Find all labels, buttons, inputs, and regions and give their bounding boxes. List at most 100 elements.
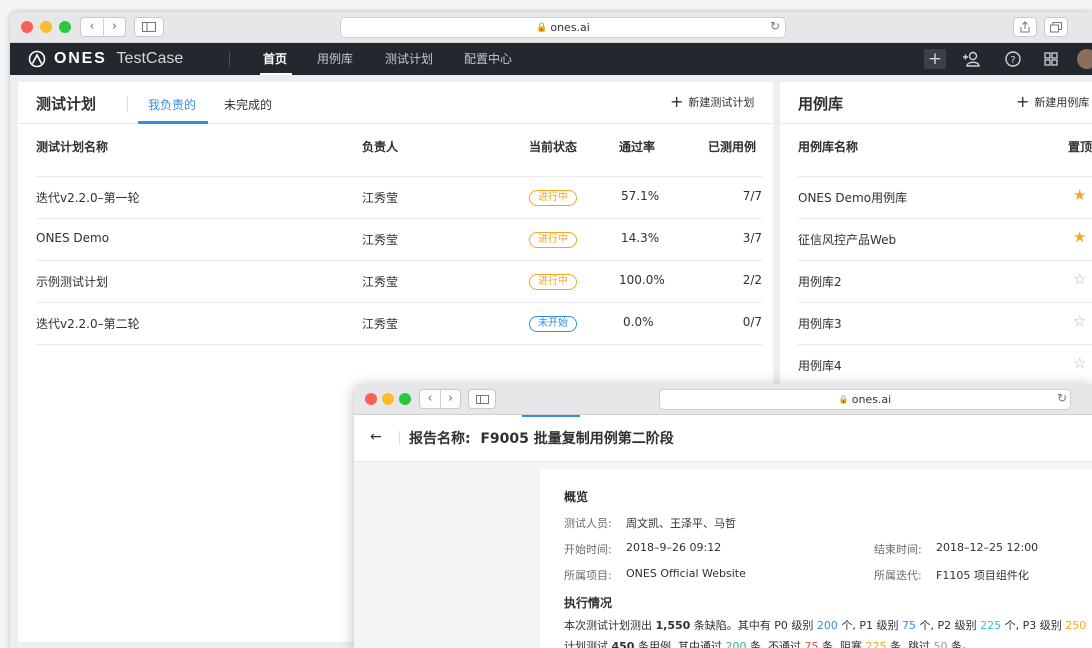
avatar[interactable] [1077, 49, 1092, 69]
zoom-window-button[interactable] [59, 21, 71, 33]
tab-mine[interactable]: 我负责的 [148, 96, 196, 113]
tab-unfinished[interactable]: 未完成的 [224, 96, 272, 113]
add-icon[interactable]: + [924, 49, 946, 69]
plan-owner: 江秀莹 [362, 233, 399, 247]
add-member-icon[interactable] [960, 49, 982, 69]
plan-name[interactable]: ONES Demo [36, 231, 109, 245]
star-outline-icon[interactable]: ☆ [1073, 354, 1086, 372]
case-library-card-header: 用例库 + 新建用例库 [780, 82, 1092, 124]
test-plan-title: 测试计划 [36, 95, 97, 113]
col-pass-rate[interactable]: 通过率 [619, 138, 655, 155]
testers-value: 周文凯、王泽平、马哲 [626, 517, 736, 530]
share-icon[interactable] [1013, 17, 1037, 37]
p0-count: 200 [816, 619, 838, 632]
passed-count: 200 [725, 640, 747, 648]
plan-name[interactable]: 迭代v2.2.0–第一轮 [36, 189, 140, 206]
back-arrow-icon[interactable]: ← [370, 429, 382, 445]
row-divider [798, 218, 1092, 219]
col-pin[interactable]: 置顶 [1068, 138, 1092, 155]
star-filled-icon[interactable]: ★ [1073, 186, 1086, 204]
address-bar[interactable]: 🔒 ones.ai [340, 17, 786, 38]
library-name[interactable]: 用例库3 [798, 315, 842, 332]
close-window-button[interactable] [365, 393, 377, 405]
plan-pass-rate: 14.3% [621, 231, 660, 245]
minimize-window-button[interactable] [40, 21, 52, 33]
new-test-plan-button[interactable]: + 新建测试计划 [670, 94, 754, 110]
row-divider [36, 302, 762, 303]
sidebar-toggle-icon[interactable] [134, 17, 164, 37]
browser-toolbar: ‹ › 🔒 ones.ai ↻ [354, 384, 1092, 415]
new-test-plan-label: 新建测试计划 [688, 96, 755, 109]
brand-name: ONES [54, 50, 107, 67]
back-arrow-icon[interactable]: ‹ [81, 18, 103, 36]
p2-count: 225 [980, 619, 1002, 632]
help-icon[interactable]: ? [1002, 49, 1024, 69]
plan-name[interactable]: 迭代v2.2.0–第二轮 [36, 315, 140, 332]
forward-arrow-icon[interactable]: › [103, 18, 125, 36]
iteration-value: F1105 项目组件化 [936, 569, 1029, 582]
row-divider [36, 344, 762, 345]
planned-cases: 450 [611, 640, 635, 648]
library-name[interactable]: ONES Demo用例库 [798, 189, 907, 206]
nav-item-test-plan[interactable]: 测试计划 [385, 43, 433, 75]
sidebar-toggle-icon[interactable] [468, 389, 496, 409]
row-divider [798, 344, 1092, 345]
status-badge: 进行中 [529, 274, 577, 290]
header-divider [399, 431, 400, 445]
lock-icon: 🔒 [536, 22, 548, 33]
tabs-overview-icon[interactable] [1044, 17, 1068, 37]
back-arrow-icon[interactable]: ‹ [420, 390, 440, 408]
start-time-value: 2018–9–26 09:12 [626, 541, 722, 554]
testers-label: 测试人员: [564, 517, 612, 530]
plan-tested: 3/7 [742, 231, 762, 245]
library-name[interactable]: 用例库4 [798, 357, 842, 374]
plan-owner: 江秀莹 [362, 317, 399, 331]
end-time-value: 2018–12–25 12:00 [936, 541, 1039, 554]
col-plan-name[interactable]: 测试计划名称 [36, 138, 108, 155]
navbar-divider [229, 52, 230, 67]
ones-logo[interactable]: ONES TestCase [28, 50, 183, 68]
plus-icon: + [670, 92, 684, 111]
execution-heading: 执行情况 [564, 596, 613, 610]
nav-item-config-center[interactable]: 配置中心 [464, 43, 512, 75]
plus-icon: + [1016, 92, 1030, 111]
test-plan-card-header: 测试计划 我负责的 未完成的 + 新建测试计划 [18, 82, 773, 124]
failed-count: 75 [804, 640, 819, 648]
library-name[interactable]: 用例库2 [798, 273, 842, 290]
minimize-window-button[interactable] [382, 393, 394, 405]
p3-count: 250 [1065, 619, 1087, 632]
close-window-button[interactable] [21, 21, 33, 33]
nav-item-case-library[interactable]: 用例库 [317, 43, 353, 75]
title-divider [127, 96, 128, 112]
nav-item-home[interactable]: 首页 [263, 43, 287, 75]
app-navbar: ONES TestCase 首页 用例库 测试计划 配置中心 + ? [10, 43, 1092, 75]
library-name[interactable]: 征信风控产品Web [798, 231, 896, 248]
col-owner[interactable]: 负责人 [362, 138, 398, 155]
address-text: ones.ai [851, 393, 892, 406]
star-outline-icon[interactable]: ☆ [1073, 270, 1086, 288]
browser-window-report: ‹ › 🔒 ones.ai ↻ ← 报告名称: F9005 批量复制用例第二阶段 … [354, 384, 1092, 648]
plan-name[interactable]: 示例测试计划 [36, 273, 108, 290]
plan-pass-rate: 57.1% [621, 189, 660, 203]
status-badge: 未开始 [529, 316, 577, 332]
new-case-library-label: 新建用例库 [1034, 96, 1090, 109]
project-value: ONES Official Website [626, 567, 746, 580]
plan-tested: 7/7 [742, 189, 762, 203]
new-case-library-button[interactable]: + 新建用例库 [1016, 94, 1089, 110]
product-name: TestCase [116, 50, 184, 67]
reload-icon[interactable]: ↻ [1057, 391, 1067, 405]
history-nav: ‹ › [419, 389, 461, 409]
col-tested-cases[interactable]: 已测用例 [708, 138, 756, 155]
tab-active-indicator [138, 121, 208, 124]
apps-grid-icon[interactable] [1040, 49, 1062, 69]
reload-icon[interactable]: ↻ [770, 19, 780, 33]
star-outline-icon[interactable]: ☆ [1073, 312, 1086, 330]
star-filled-icon[interactable]: ★ [1073, 228, 1086, 246]
col-library-name[interactable]: 用例库名称 [798, 138, 858, 155]
report-header: ← 报告名称: F9005 批量复制用例第二阶段 [354, 415, 1092, 462]
zoom-window-button[interactable] [399, 393, 411, 405]
address-bar[interactable]: 🔒 ones.ai [659, 389, 1071, 410]
col-status[interactable]: 当前状态 [529, 138, 577, 155]
plan-tested: 0/7 [742, 315, 762, 329]
forward-arrow-icon[interactable]: › [440, 390, 460, 408]
